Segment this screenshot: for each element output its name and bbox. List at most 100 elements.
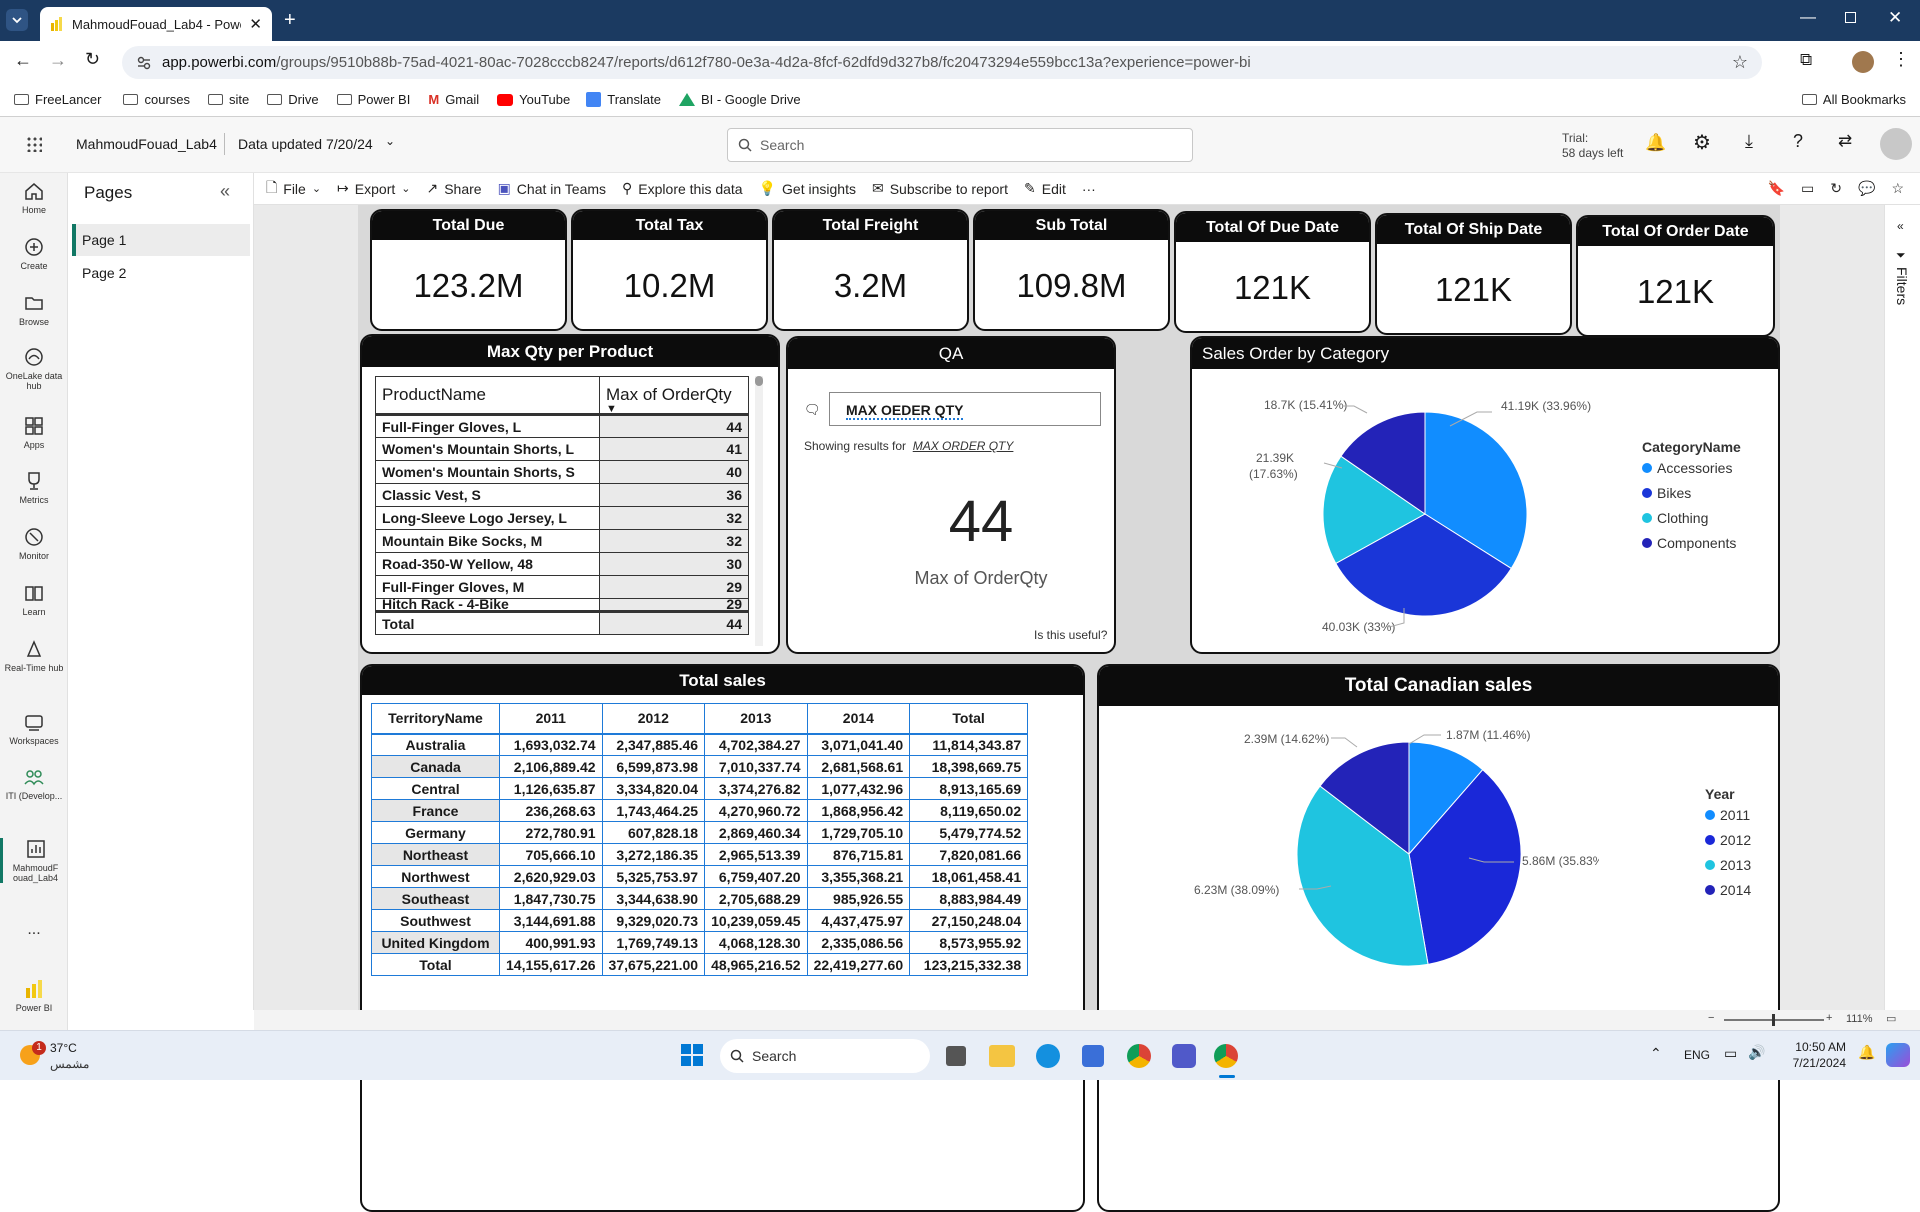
table-cell[interactable]: 705,666.10 bbox=[499, 843, 603, 866]
table-cell[interactable]: 14,155,617.26 bbox=[499, 953, 603, 976]
zoom-out-button[interactable]: − bbox=[1708, 1012, 1714, 1024]
table-cell[interactable]: Road-350-W Yellow, 48 bbox=[375, 552, 600, 576]
table-cell[interactable]: 876,715.81 bbox=[806, 843, 911, 866]
category-pie-visual[interactable]: Sales Order by Category 41.19K (33.96%) … bbox=[1190, 336, 1780, 654]
table-cell[interactable]: 37,675,221.00 bbox=[601, 953, 706, 976]
collapse-pane-icon[interactable]: « bbox=[220, 181, 230, 202]
table-cell[interactable]: 2,705,688.29 bbox=[704, 887, 808, 910]
bookmark-youtube[interactable]: YouTube bbox=[497, 92, 570, 107]
nav-metrics[interactable]: Metrics bbox=[0, 470, 68, 505]
bookmark-drive[interactable]: Drive bbox=[267, 92, 319, 107]
legend-item[interactable]: 2012 bbox=[1705, 832, 1751, 848]
nav-browse[interactable]: Browse bbox=[0, 292, 68, 327]
search-input[interactable]: Search bbox=[727, 128, 1193, 162]
table-cell[interactable]: 18,398,669.75 bbox=[909, 755, 1029, 778]
qa-input[interactable]: MAX OEDER QTY bbox=[829, 392, 1101, 426]
qa-restated-query[interactable]: MAX ORDER QTY bbox=[913, 439, 1014, 453]
taskbar-search[interactable]: Search bbox=[720, 1039, 930, 1073]
column-header[interactable]: Total bbox=[909, 703, 1029, 734]
legend-item[interactable]: 2014 bbox=[1705, 882, 1751, 898]
table-cell[interactable]: 607,828.18 bbox=[601, 821, 706, 844]
powerbi-logo[interactable]: Power BI bbox=[0, 978, 68, 1013]
table-cell[interactable]: Classic Vest, S bbox=[375, 483, 600, 507]
table-row[interactable]: Southwest 3,144,691.88 9,329,020.73 10,239,… bbox=[371, 909, 1029, 932]
table-cell[interactable]: 1,693,032.74 bbox=[499, 733, 603, 756]
report-name[interactable]: MahmoudFouad_Lab4 bbox=[76, 136, 217, 152]
table-cell[interactable]: 4,437,475.97 bbox=[806, 909, 911, 932]
settings-icon[interactable]: ⚙ bbox=[1693, 130, 1711, 155]
table-cell[interactable]: 1,769,749.13 bbox=[601, 931, 706, 954]
table-cell[interactable]: 3,344,638.90 bbox=[601, 887, 706, 910]
table-cell[interactable]: Central bbox=[371, 777, 500, 800]
bookmark-site[interactable]: site bbox=[208, 92, 249, 107]
chat-in-teams-button[interactable]: ▣ Chat in Teams bbox=[490, 175, 614, 203]
table-row[interactable]: Northwest 2,620,929.03 5,325,753.97 6,759,4… bbox=[371, 865, 1029, 888]
start-button[interactable] bbox=[681, 1044, 703, 1066]
legend-item[interactable]: 2011 bbox=[1705, 807, 1751, 823]
page-tab-2[interactable]: Page 2 bbox=[72, 257, 250, 289]
data-updated[interactable]: Data updated 7/20/24 bbox=[238, 136, 373, 152]
table-cell[interactable]: 2,106,889.42 bbox=[499, 755, 603, 778]
kpi-total-freight[interactable]: Total Freight 3.2M bbox=[772, 209, 969, 331]
table-cell[interactable]: United Kingdom bbox=[371, 931, 500, 954]
close-tab-icon[interactable]: ✕ bbox=[249, 15, 262, 33]
legend-item[interactable]: Accessories bbox=[1642, 460, 1741, 476]
table-cell[interactable]: Women's Mountain Shorts, S bbox=[375, 460, 600, 484]
table-cell[interactable]: 272,780.91 bbox=[499, 821, 603, 844]
notifications-icon[interactable]: 🔔 bbox=[1645, 133, 1666, 153]
legend-item[interactable]: 2013 bbox=[1705, 857, 1751, 873]
nav-home[interactable]: Home bbox=[0, 180, 68, 215]
table-cell[interactable]: Full-Finger Gloves, L bbox=[375, 414, 600, 438]
table-cell[interactable]: France bbox=[371, 799, 500, 822]
nav-workspaces[interactable]: Workspaces bbox=[0, 711, 68, 746]
weather-widget[interactable]: 1 37°C مشمس bbox=[18, 1039, 118, 1075]
sort-desc-icon[interactable]: ▼ bbox=[606, 403, 617, 415]
bookmark-bi-drive[interactable]: BI - Google Drive bbox=[678, 92, 801, 107]
canadian-sales-pie-chart[interactable]: 1.87M (11.46%) 5.86M (35.83%) 6.23M (38.… bbox=[1099, 706, 1599, 996]
kpi-sub-total[interactable]: Sub Total 109.8M bbox=[973, 209, 1170, 331]
notifications-bell-icon[interactable]: 🔔 bbox=[1858, 1044, 1875, 1061]
chrome-icon[interactable] bbox=[1127, 1044, 1151, 1068]
table-cell[interactable]: 8,883,984.49 bbox=[909, 887, 1029, 910]
bookmark-icon[interactable]: 🔖 bbox=[1760, 175, 1793, 203]
table-cell[interactable]: 2,335,086.56 bbox=[806, 931, 911, 954]
nav-current-report[interactable]: MahmoudF ouad_Lab4 bbox=[0, 838, 68, 883]
kpi-total-due[interactable]: Total Due 123.2M bbox=[370, 209, 567, 331]
column-header-productname[interactable]: ProductName bbox=[375, 376, 600, 415]
table-cell[interactable]: Canada bbox=[371, 755, 500, 778]
teams-icon[interactable] bbox=[1172, 1044, 1196, 1068]
table-cell[interactable]: 2,620,929.03 bbox=[499, 865, 603, 888]
table-cell[interactable]: 3,144,691.88 bbox=[499, 909, 603, 932]
table-cell[interactable]: 27,150,248.04 bbox=[909, 909, 1029, 932]
bookmark-freelancer[interactable]: FreeLancer bbox=[14, 92, 101, 107]
column-header-max-orderqty[interactable]: Max of OrderQty ▼ bbox=[599, 376, 749, 416]
clock[interactable]: 10:50 AM 7/21/2024 bbox=[1780, 1039, 1846, 1071]
table-cell[interactable]: 4,702,384.27 bbox=[704, 733, 808, 756]
user-avatar[interactable] bbox=[1880, 128, 1912, 160]
table-cell[interactable]: Women's Mountain Shorts, L bbox=[375, 437, 600, 461]
table-cell[interactable]: 3,334,820.04 bbox=[601, 777, 706, 800]
table-row[interactable]: United Kingdom 400,991.93 1,769,749.13 4,06… bbox=[371, 931, 1029, 954]
canadian-sales-pie-visual[interactable]: Total Canadian sales 1.87M (11.46%) 5.86… bbox=[1097, 664, 1780, 1212]
category-pie-chart[interactable]: 41.19K (33.96%) 40.03K (33%) 21.39K (17.… bbox=[1192, 369, 1662, 653]
bookmark-star-icon[interactable]: ☆ bbox=[1732, 52, 1748, 73]
table-cell[interactable]: 236,268.63 bbox=[499, 799, 603, 822]
column-header[interactable]: 2014 bbox=[806, 703, 911, 734]
table-cell[interactable]: 36 bbox=[599, 483, 749, 507]
table-cell[interactable]: 8,913,165.69 bbox=[909, 777, 1029, 800]
nav-create[interactable]: Create bbox=[0, 236, 68, 271]
input-language[interactable]: ENG bbox=[1684, 1048, 1710, 1062]
export-menu[interactable]: ↦ Export ⌄ bbox=[329, 175, 418, 203]
all-bookmarks[interactable]: All Bookmarks bbox=[1801, 92, 1906, 107]
trial-status[interactable]: Trial: 58 days left bbox=[1562, 131, 1623, 161]
bookmark-translate[interactable]: Translate bbox=[586, 92, 661, 107]
table-cell[interactable]: 8,119,650.02 bbox=[909, 799, 1029, 822]
share-feedback-icon[interactable]: ⇄ bbox=[1838, 131, 1852, 151]
table-cell[interactable]: 1,743,464.25 bbox=[601, 799, 706, 822]
table-cell[interactable]: 2,681,568.61 bbox=[806, 755, 911, 778]
table-cell[interactable]: 32 bbox=[599, 506, 749, 530]
nav-onelake[interactable]: OneLake data hub bbox=[0, 346, 68, 391]
page-tab-1[interactable]: Page 1 bbox=[72, 224, 250, 256]
copilot-icon[interactable] bbox=[1886, 1043, 1910, 1067]
show-hidden-icons[interactable]: ⌃ bbox=[1650, 1045, 1662, 1062]
